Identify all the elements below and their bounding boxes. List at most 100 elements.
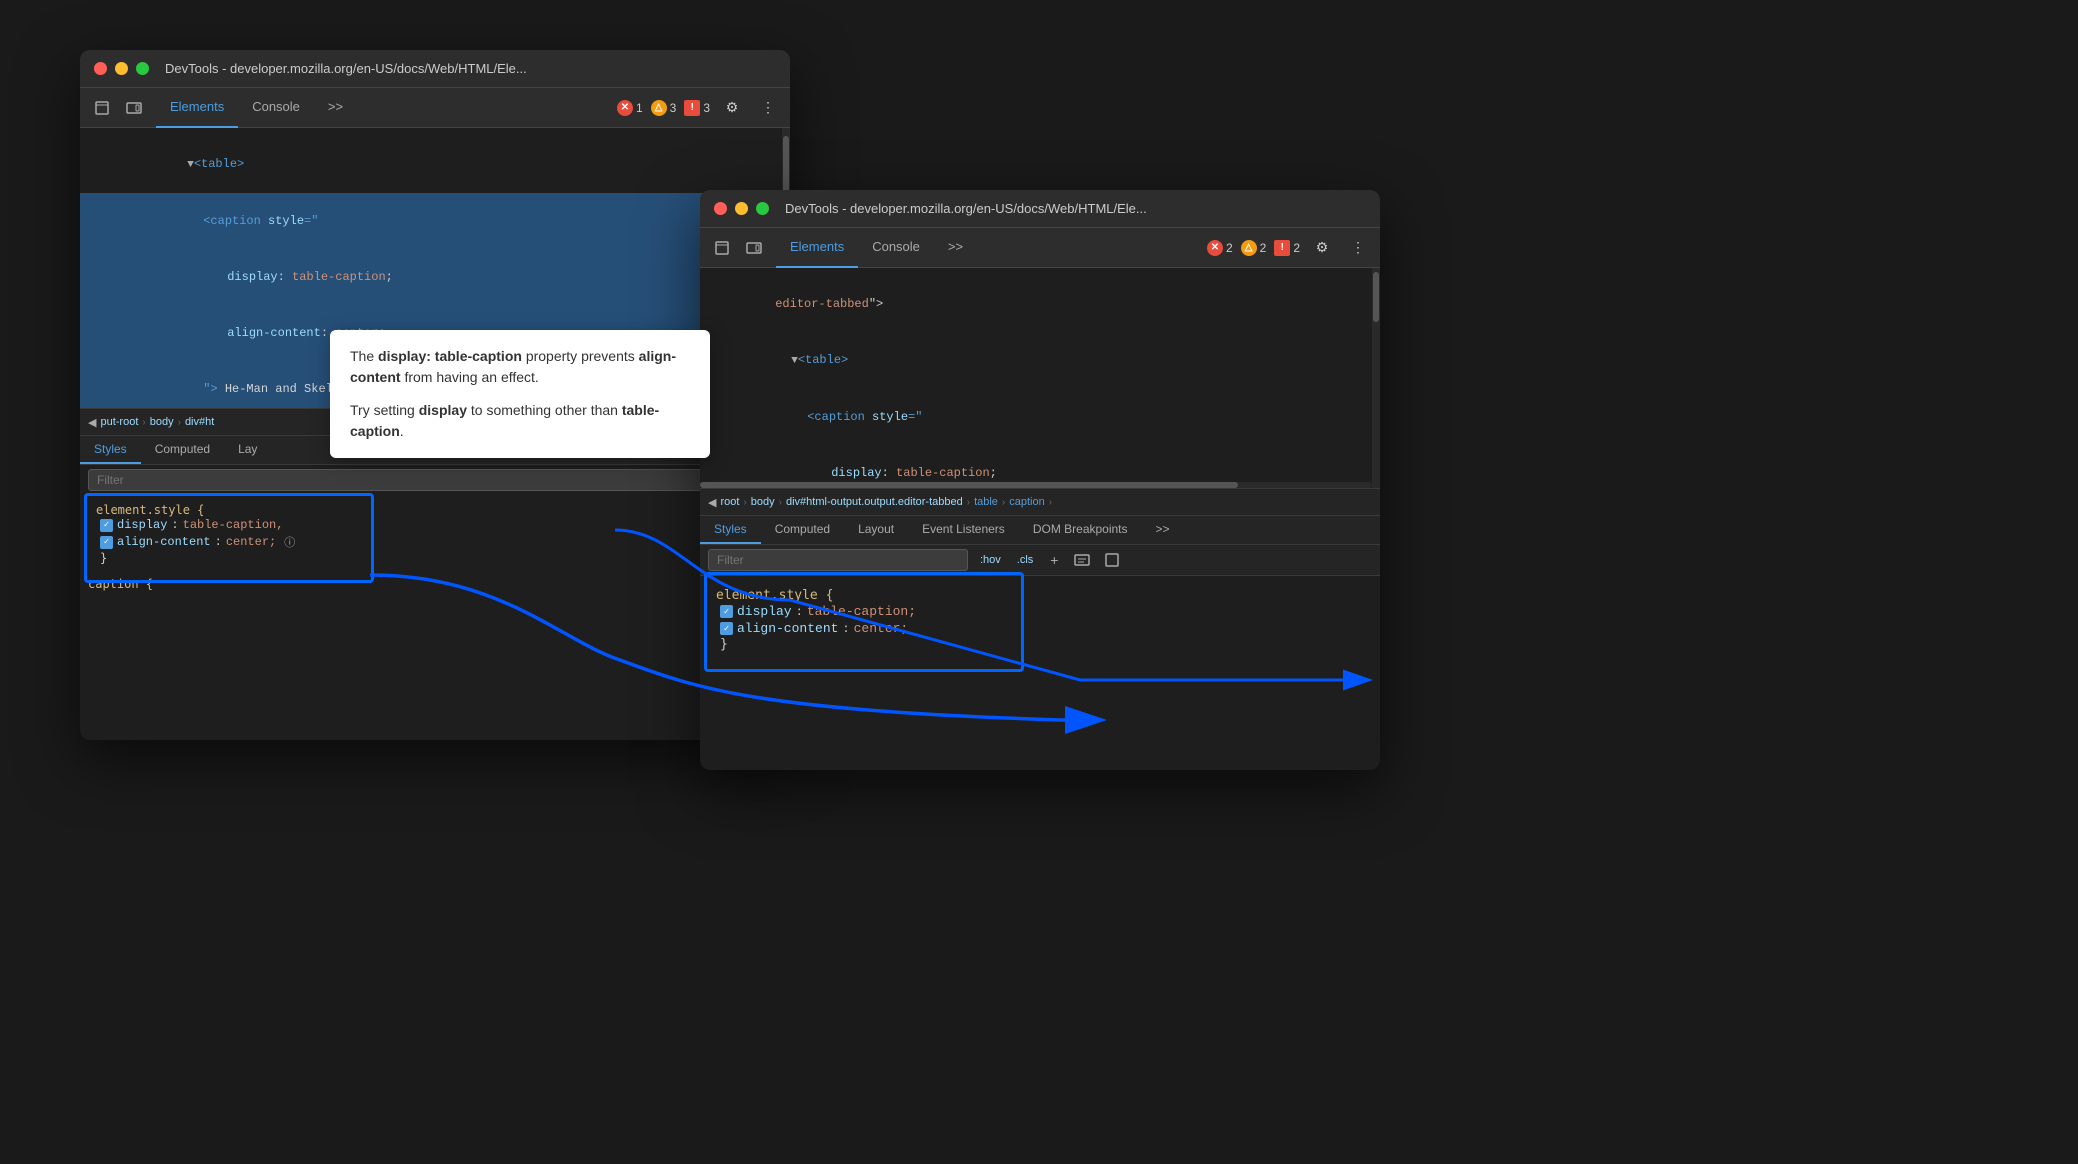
info-icon-1: ! xyxy=(684,100,700,116)
badges-2: ✕ 2 △ 2 ! 2 ⚙ ⋮ xyxy=(1207,234,1372,262)
tab-dom-2[interactable]: DOM Breakpoints xyxy=(1019,516,1142,544)
hov-btn-2[interactable]: :hov xyxy=(976,552,1005,568)
traffic-lights-1 xyxy=(94,62,149,75)
info-icon-2: ! xyxy=(1274,240,1290,256)
info-badge-2[interactable]: ! 2 xyxy=(1274,240,1300,256)
toolbar-2: Elements Console >> ✕ 2 △ 2 ! 2 ⚙ ⋮ xyxy=(700,228,1380,268)
breadcrumb-2: ◀ root › body › div#html-output.output.e… xyxy=(700,488,1380,516)
tooltip-popup: The display: table-caption property prev… xyxy=(330,330,710,458)
error-badge-2[interactable]: ✕ 2 xyxy=(1207,240,1233,256)
css-prop-align-1[interactable]: align-content : center; ⓘ xyxy=(96,533,774,551)
element-style-rule-1: element.style { display : table-caption,… xyxy=(88,499,782,569)
info-count-1: 3 xyxy=(703,101,710,115)
css-checkbox-align-2[interactable] xyxy=(720,622,733,635)
warning-count-2: 2 xyxy=(1260,241,1267,255)
minimize-button-1[interactable] xyxy=(115,62,128,75)
tab-layout-2[interactable]: Layout xyxy=(844,516,908,544)
styles-tabs-2: Styles Computed Layout Event Listeners D… xyxy=(700,516,1380,545)
filter-input-1[interactable] xyxy=(88,469,782,491)
html-line2-caption-open[interactable]: <caption style=" xyxy=(700,389,1380,445)
close-button-2[interactable] xyxy=(714,202,727,215)
maximize-button-2[interactable] xyxy=(756,202,769,215)
more-icon-1[interactable]: ⋮ xyxy=(754,94,782,122)
css-prop-display-1[interactable]: display : table-caption, xyxy=(96,517,774,533)
device-icon[interactable] xyxy=(120,94,148,122)
inspect-icon-2[interactable] xyxy=(1101,549,1123,571)
css-prop-align-2[interactable]: align-content : center; xyxy=(716,620,1364,637)
tab-styles-2[interactable]: Styles xyxy=(700,516,761,544)
html-hscrollbar-thumb-2[interactable] xyxy=(700,482,1238,488)
filter-bar-1 xyxy=(80,465,790,495)
breadcrumb-table-2[interactable]: table xyxy=(974,496,998,508)
tab-elements-2[interactable]: Elements xyxy=(776,228,858,268)
tab-more-styles-2[interactable]: >> xyxy=(1142,516,1184,544)
html-hscrollbar-2[interactable] xyxy=(700,482,1372,488)
tab-computed-2[interactable]: Computed xyxy=(761,516,844,544)
html-line2-table: ▼<table> xyxy=(700,332,1380,389)
html-scrollbar-thumb-1[interactable] xyxy=(783,136,789,196)
tab-bar-2: Elements Console >> xyxy=(776,228,977,268)
minimize-button-2[interactable] xyxy=(735,202,748,215)
traffic-lights-2 xyxy=(714,202,769,215)
error-icon-2: ✕ xyxy=(1207,240,1223,256)
html-vscrollbar-thumb-2[interactable] xyxy=(1373,272,1379,322)
filter-input-2[interactable] xyxy=(708,549,968,571)
tab-event-2[interactable]: Event Listeners xyxy=(908,516,1019,544)
plus-icon-2[interactable]: + xyxy=(1045,551,1063,569)
window-title-2: DevTools - developer.mozilla.org/en-US/d… xyxy=(785,201,1147,216)
html-line-caption-open[interactable]: <caption style=" xyxy=(80,193,790,249)
tab-more-1[interactable]: >> xyxy=(314,88,357,128)
devtools-window-2[interactable]: DevTools - developer.mozilla.org/en-US/d… xyxy=(700,190,1380,770)
breadcrumb-arrow-2[interactable]: ◀ xyxy=(708,496,716,509)
tab-layout-1[interactable]: Lay xyxy=(224,436,271,464)
html-vscrollbar-2[interactable] xyxy=(1372,268,1380,488)
css-selector-1: element.style { xyxy=(96,503,774,517)
tab-console-1[interactable]: Console xyxy=(238,88,314,128)
element-style-rule-2: element.style { display : table-caption;… xyxy=(708,584,1372,656)
css-checkbox-display-1[interactable] xyxy=(100,519,113,532)
caption-selector: caption { xyxy=(80,573,790,595)
breadcrumb-arrow-1[interactable]: ◀ xyxy=(88,416,96,429)
new-rule-icon-2[interactable] xyxy=(1071,549,1093,571)
breadcrumb-putroot[interactable]: put-root xyxy=(100,416,138,428)
css-prop-display-2[interactable]: display : table-caption; xyxy=(716,603,1364,620)
error-count-1: 1 xyxy=(636,101,643,115)
tab-console-2[interactable]: Console xyxy=(858,228,934,268)
tab-styles-1[interactable]: Styles xyxy=(80,436,141,464)
breadcrumb-root-2[interactable]: root xyxy=(720,496,739,508)
css-checkbox-display-2[interactable] xyxy=(720,605,733,618)
device-icon-2[interactable] xyxy=(740,234,768,262)
css-rule-area-1: element.style { display : table-caption,… xyxy=(80,495,790,573)
warning-badge-2[interactable]: △ 2 xyxy=(1241,240,1267,256)
tab-computed-1[interactable]: Computed xyxy=(141,436,224,464)
breadcrumb-body-2[interactable]: body xyxy=(751,496,775,508)
info-count-2: 2 xyxy=(1293,241,1300,255)
warning-badge-1[interactable]: △ 3 xyxy=(651,100,677,116)
more-icon-2[interactable]: ⋮ xyxy=(1344,234,1372,262)
maximize-button-1[interactable] xyxy=(136,62,149,75)
hov-cls-bar-2: :hov .cls + xyxy=(700,545,1380,576)
close-button-1[interactable] xyxy=(94,62,107,75)
gear-icon-1[interactable]: ⚙ xyxy=(718,94,746,122)
css-checkbox-align-1[interactable] xyxy=(100,536,113,549)
breadcrumb-body[interactable]: body xyxy=(150,416,174,428)
css-close-brace-1: } xyxy=(96,551,774,565)
styles-panel-2: Styles Computed Layout Event Listeners D… xyxy=(700,516,1380,664)
breadcrumb-divht[interactable]: div#ht xyxy=(185,416,214,428)
breadcrumb-caption-2[interactable]: caption xyxy=(1009,496,1044,508)
info-badge-1[interactable]: ! 3 xyxy=(684,100,710,116)
html-line-display[interactable]: display: table-caption; xyxy=(80,249,790,305)
tab-more-2[interactable]: >> xyxy=(934,228,977,268)
error-badge-1[interactable]: ✕ 1 xyxy=(617,100,643,116)
gear-icon-2[interactable]: ⚙ xyxy=(1308,234,1336,262)
cursor-icon-2[interactable] xyxy=(708,234,736,262)
cls-btn-2[interactable]: .cls xyxy=(1013,552,1038,568)
cursor-icon[interactable] xyxy=(88,94,116,122)
error-count-2: 2 xyxy=(1226,241,1233,255)
tooltip-line2: Try setting display to something other t… xyxy=(350,400,690,442)
breadcrumb-div-2[interactable]: div#html-output.output.editor-tabbed xyxy=(786,496,963,508)
warning-icon-1: △ xyxy=(651,100,667,116)
tab-elements-1[interactable]: Elements xyxy=(156,88,238,128)
css-selector-2: element.style { xyxy=(716,588,1364,603)
tab-bar-1: Elements Console >> xyxy=(156,88,357,128)
